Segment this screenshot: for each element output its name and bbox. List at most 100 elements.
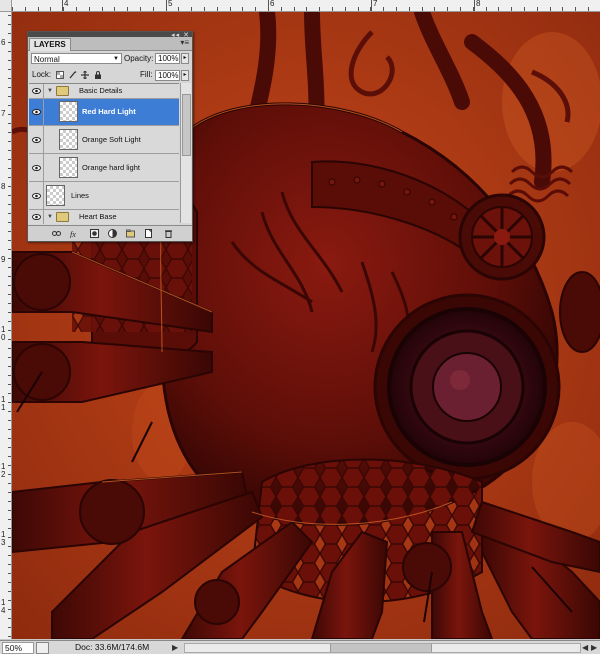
ruler-minor-tick (8, 285, 11, 286)
visibility-eye-icon[interactable] (30, 210, 44, 224)
expand-triangle-icon[interactable]: ▼ (47, 88, 53, 94)
ruler-minor-tick (8, 195, 11, 196)
layer-lines[interactable]: Lines (29, 182, 179, 210)
ruler-minor-tick (8, 168, 11, 169)
visibility-eye-icon[interactable] (30, 84, 44, 98)
ruler-minor-tick (8, 78, 11, 79)
ruler-minor-tick (242, 7, 243, 11)
fill-slider-arrow-icon[interactable]: ▸ (181, 70, 189, 81)
document-info-icon[interactable] (36, 642, 49, 654)
status-menu-arrow-icon[interactable]: ▶ (172, 643, 178, 652)
svg-text:fx: fx (70, 230, 76, 238)
ruler-minor-tick (524, 7, 525, 11)
new-group-folder-icon[interactable] (126, 229, 135, 238)
lock-transparent-pixels-icon[interactable] (56, 71, 64, 79)
ruler-minor-tick (8, 573, 11, 574)
horizontal-scrollbar[interactable] (184, 643, 581, 653)
tab-layers[interactable]: LAYERS (29, 38, 71, 51)
expand-triangle-icon[interactable]: ▼ (47, 214, 53, 220)
ruler-minor-tick (8, 303, 11, 304)
ruler-minor-tick (8, 330, 11, 331)
ruler-minor-tick (8, 510, 11, 511)
layers-scrollbar[interactable] (180, 83, 191, 223)
ruler-number: 8 (1, 182, 6, 191)
layers-panel[interactable]: ◂◂ ✕ LAYERS ▾≡ Normal ▼ Opacity: 100% ▸ … (27, 31, 193, 242)
doc-size-info[interactable]: Doc: 33.6M/174.6M (75, 642, 149, 653)
scroll-right-arrow-icon[interactable]: ▶ (591, 643, 597, 652)
ruler-minor-tick (8, 294, 11, 295)
layer-name: Heart Base (79, 212, 117, 221)
ruler-minor-tick (486, 7, 487, 11)
ruler-minor-tick (8, 483, 11, 484)
opacity-label: Opacity: (124, 54, 154, 63)
layers-scrollbar-thumb[interactable] (182, 94, 191, 156)
ruler-minor-tick (8, 627, 11, 628)
ruler-minor-tick (8, 519, 11, 520)
ruler-minor-tick (8, 564, 11, 565)
blend-mode-select[interactable]: Normal ▼ (31, 53, 122, 64)
ruler-minor-tick (8, 348, 11, 349)
ruler-minor-tick (511, 7, 512, 11)
vertical-ruler[interactable]: 6 7 8 9 1 0 1 1 1 2 1 3 1 4 (0, 11, 12, 639)
ruler-minor-tick (217, 7, 218, 11)
lock-image-pixels-icon[interactable] (69, 71, 77, 79)
horizontal-ruler[interactable]: 4 5 6 7 8 (0, 0, 600, 12)
lock-all-icon[interactable] (94, 71, 102, 79)
ruler-tick (371, 0, 372, 11)
layer-red-hard-light[interactable]: Red Hard Light (29, 99, 179, 126)
adjustment-layer-icon[interactable] (108, 229, 117, 238)
layer-thumbnail (59, 101, 78, 122)
link-layers-icon[interactable] (52, 229, 61, 238)
horizontal-scrollbar-thumb[interactable] (330, 644, 432, 652)
visibility-eye-icon[interactable] (30, 99, 44, 125)
ruler-minor-tick (8, 501, 11, 502)
ruler-minor-tick (358, 7, 359, 11)
ruler-minor-tick (8, 375, 11, 376)
ruler-minor-tick (8, 546, 11, 547)
layer-style-fx-icon[interactable]: fx (70, 229, 79, 238)
ruler-minor-tick (8, 312, 11, 313)
ruler-tick (474, 0, 475, 11)
opacity-field[interactable]: 100% (155, 53, 180, 64)
ruler-minor-tick (8, 384, 11, 385)
ruler-minor-tick (8, 213, 11, 214)
lock-position-icon[interactable] (81, 71, 89, 79)
ruler-minor-tick (8, 447, 11, 448)
ruler-number: 1 2 (1, 462, 6, 479)
ruler-minor-tick (8, 492, 11, 493)
layer-group-heart-base[interactable]: ▼ Heart Base (29, 210, 179, 224)
scroll-left-arrow-icon[interactable]: ◀ (582, 643, 588, 652)
ruler-minor-tick (370, 7, 371, 11)
ruler-minor-tick (8, 222, 11, 223)
visibility-eye-icon[interactable] (30, 126, 44, 153)
ruler-minor-tick (8, 132, 11, 133)
ruler-minor-tick (8, 411, 11, 412)
ruler-origin-corner[interactable] (0, 0, 12, 12)
add-mask-icon[interactable] (90, 229, 99, 238)
ruler-minor-tick (12, 7, 13, 11)
ruler-minor-tick (8, 60, 11, 61)
new-layer-icon[interactable] (144, 229, 153, 238)
ruler-minor-tick (306, 7, 307, 11)
visibility-eye-icon[interactable] (30, 182, 44, 209)
ruler-minor-tick (8, 636, 11, 637)
ruler-minor-tick (8, 150, 11, 151)
layer-group-basic-details[interactable]: ▼ Basic Details (29, 84, 179, 99)
ruler-minor-tick (8, 105, 11, 106)
zoom-level-field[interactable]: 50% (2, 642, 34, 654)
layers-list[interactable]: ▼ Basic Details Red Hard Light Orange So… (29, 83, 179, 224)
fill-field[interactable]: 100% (155, 70, 180, 81)
visibility-eye-icon[interactable] (30, 154, 44, 181)
delete-layer-trash-icon[interactable] (164, 229, 173, 238)
ruler-minor-tick (76, 7, 77, 11)
opacity-slider-arrow-icon[interactable]: ▸ (181, 53, 189, 64)
ruler-minor-tick (8, 609, 11, 610)
ruler-minor-tick (8, 474, 11, 475)
layer-orange-hard-light[interactable]: Orange hard light (29, 154, 179, 182)
ruler-minor-tick (114, 7, 115, 11)
ruler-minor-tick (8, 258, 11, 259)
folder-icon (56, 212, 69, 222)
ruler-minor-tick (409, 7, 410, 11)
layer-orange-soft-light[interactable]: Orange Soft Light (29, 126, 179, 154)
panel-menu-icon[interactable]: ▾≡ (180, 39, 189, 47)
